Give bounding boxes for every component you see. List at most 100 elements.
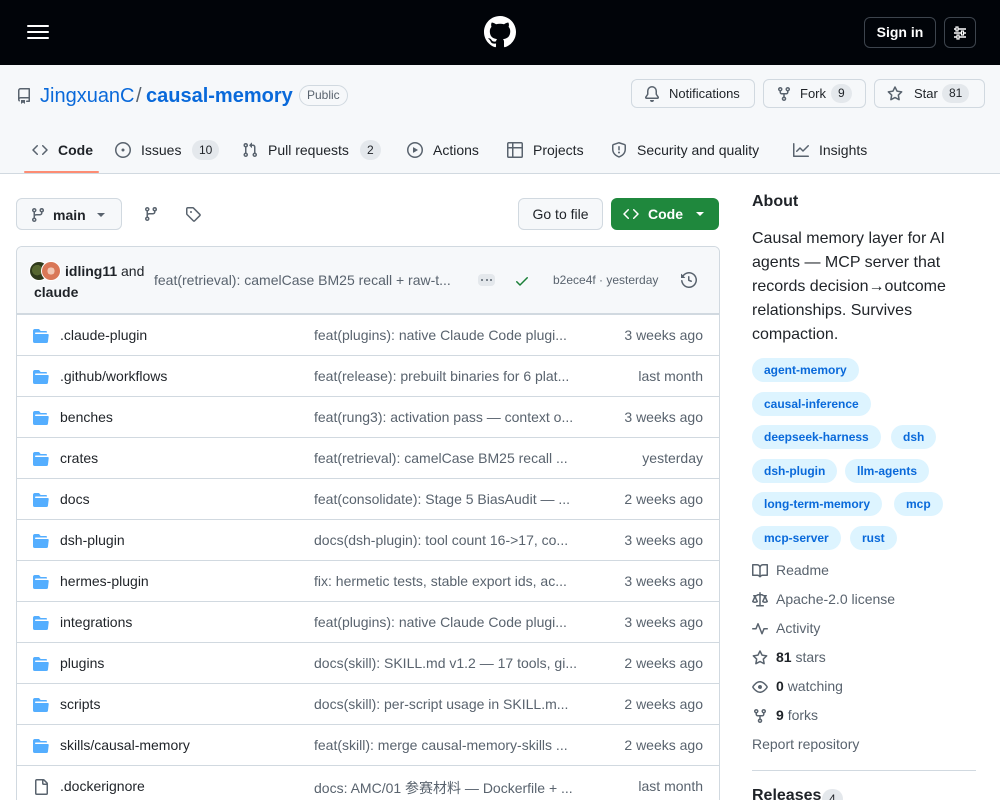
avatar[interactable] (41, 261, 61, 281)
topic-tag[interactable]: causal-inference (752, 392, 871, 416)
file-commit-message-link[interactable]: feat(plugins): native Claude Code plugi.… (314, 614, 567, 630)
fork-icon (754, 709, 766, 724)
stars-label: stars (795, 649, 826, 665)
table-row[interactable]: dsh-plugin docs(dsh-plugin): tool count 1… (17, 519, 719, 560)
tab-code[interactable]: Code (32, 135, 102, 174)
fork-count: 9 (831, 84, 852, 103)
file-commit-message-link[interactable]: feat(release): prebuilt binaries for 6 p… (314, 368, 569, 384)
topic-tag[interactable]: dsh-plugin (752, 459, 838, 483)
file-commit-date: 2 weeks ago (624, 491, 703, 507)
topic-tag[interactable]: agent-memory (752, 358, 859, 382)
table-row[interactable]: hermes-plugin fix: hermetic tests, stable… (17, 560, 719, 601)
tab-insights[interactable]: Insights (793, 135, 873, 174)
go-to-file-button[interactable]: Go to file (518, 198, 603, 230)
star-icon (887, 86, 903, 101)
code-dropdown-button[interactable]: Code (611, 198, 719, 230)
file-name-link[interactable]: .claude-plugin (60, 327, 147, 343)
repo-header: JingxuanC / causal-memory Public Notific… (0, 65, 1000, 174)
table-row[interactable]: .github/workflows feat(release): prebuilt… (17, 355, 719, 396)
chevron-down-icon (696, 212, 704, 216)
folder-icon (33, 369, 49, 385)
tab-projects-label: Projects (533, 142, 584, 158)
tab-projects[interactable]: Projects (507, 135, 592, 174)
visibility-badge: Public (299, 85, 348, 106)
topic-tag[interactable]: llm-agents (845, 459, 930, 483)
commit-message-link[interactable]: feat(retrieval): camelCase BM25 recall +… (154, 272, 451, 288)
repo-name-link[interactable]: causal-memory (146, 85, 293, 108)
settings-sliders-button[interactable] (944, 17, 976, 48)
file-name-link[interactable]: scripts (60, 696, 100, 712)
file-commit-message-link[interactable]: docs(skill): SKILL.md v1.2 — 17 tools, g… (314, 655, 577, 671)
file-name-link[interactable]: hermes-plugin (60, 573, 149, 589)
fork-button[interactable]: Fork 9 (763, 79, 866, 108)
notifications-button[interactable]: Notifications (631, 79, 755, 108)
report-repository-link[interactable]: Report repository (752, 736, 859, 752)
file-commit-date: 2 weeks ago (624, 655, 703, 671)
branch-icon (31, 208, 44, 223)
history-icon[interactable] (681, 272, 697, 288)
ellipsis-icon[interactable] (478, 274, 495, 286)
tab-issues[interactable]: Issues 10 (115, 135, 220, 174)
file-name-link[interactable]: dsh-plugin (60, 532, 125, 548)
file-name-link[interactable]: .dockerignore (60, 778, 145, 794)
folder-icon (33, 451, 49, 467)
table-row[interactable]: crates feat(retrieval): camelCase BM25 re… (17, 437, 719, 478)
file-name-link[interactable]: integrations (60, 614, 132, 630)
branch-name: main (53, 207, 86, 223)
topic-tag[interactable]: deepseek-harness (752, 425, 881, 449)
table-row[interactable]: scripts docs(skill): per-script usage in … (17, 683, 719, 724)
table-row[interactable]: integrations feat(plugins): native Claude… (17, 601, 719, 642)
author-link[interactable]: claude (34, 282, 78, 302)
topic-tag[interactable]: mcp (894, 492, 943, 516)
table-row[interactable]: .claude-plugin feat(plugins): native Clau… (17, 314, 719, 355)
table-row[interactable]: docs feat(consolidate): Stage 5 BiasAudit… (17, 478, 719, 519)
table-row[interactable]: skills/causal-memory feat(skill): merge c… (17, 724, 719, 765)
branches-button[interactable] (135, 198, 167, 230)
repo-owner-link[interactable]: JingxuanC (40, 85, 135, 108)
topic-tag[interactable]: dsh (891, 425, 937, 449)
table-row[interactable]: plugins docs(skill): SKILL.md v1.2 — 17 t… (17, 642, 719, 683)
topic-tag[interactable]: long-term-memory (752, 492, 883, 516)
file-commit-date: 2 weeks ago (624, 696, 703, 712)
branch-selector-button[interactable]: main (16, 198, 122, 230)
file-icon (33, 779, 49, 795)
file-commit-message-link[interactable]: feat(plugins): native Claude Code plugi.… (314, 327, 567, 343)
file-commit-message-link[interactable]: docs(skill): per-script usage in SKILL.m… (314, 696, 568, 712)
watching-label: watching (787, 678, 843, 694)
releases-heading[interactable]: Releases (752, 787, 821, 800)
file-commit-message-link[interactable]: feat(retrieval): camelCase BM25 recall .… (314, 450, 568, 466)
star-button[interactable]: Star 81 (874, 79, 985, 108)
file-name-link[interactable]: crates (60, 450, 98, 466)
graph-icon (793, 143, 809, 157)
tab-actions[interactable]: Actions (407, 135, 487, 174)
file-commit-message-link[interactable]: feat(consolidate): Stage 5 BiasAudit — .… (314, 491, 570, 507)
check-icon[interactable] (514, 273, 530, 289)
bell-icon (644, 86, 659, 102)
file-commit-message-link[interactable]: feat(rung3): activation pass — context o… (314, 409, 573, 425)
file-name-link[interactable]: .github/workflows (60, 368, 167, 384)
hamburger-menu-icon[interactable] (27, 22, 51, 42)
file-commit-message-link[interactable]: fix: hermetic tests, stable export ids, … (314, 573, 567, 589)
file-commit-message-link[interactable]: docs: AMC/01 参赛材料 — Dockerfile + ... (314, 778, 573, 798)
file-name-link[interactable]: skills/causal-memory (60, 737, 190, 753)
tab-security[interactable]: Security and quality (611, 135, 771, 174)
sign-in-button[interactable]: Sign in (864, 17, 936, 48)
table-row[interactable]: benches feat(rung3): activation pass — co… (17, 396, 719, 437)
commit-sha[interactable]: b2ece4f · yesterday (553, 273, 658, 287)
github-logo-icon[interactable] (484, 16, 516, 48)
tab-insights-label: Insights (819, 142, 868, 158)
file-name-link[interactable]: docs (60, 491, 90, 507)
file-commit-message-link[interactable]: feat(skill): merge causal-memory-skills … (314, 737, 568, 753)
stars-count: 81 (776, 649, 792, 665)
topic-tag[interactable]: rust (850, 526, 897, 550)
topic-tag[interactable]: mcp-server (752, 526, 841, 550)
tags-button[interactable] (177, 198, 209, 230)
file-name-link[interactable]: plugins (60, 655, 104, 671)
latest-commit-bar: idling11 and claude feat(retrieval): cam… (17, 247, 719, 314)
file-name-link[interactable]: benches (60, 409, 113, 425)
author-link[interactable]: idling11 (65, 263, 117, 279)
file-commit-message-link[interactable]: docs(dsh-plugin): tool count 16->17, co.… (314, 532, 568, 548)
tab-pull-requests[interactable]: Pull requests 2 (242, 135, 387, 174)
table-row[interactable]: .dockerignore docs: AMC/01 参赛材料 — Dockerf… (17, 765, 719, 800)
law-icon (752, 592, 768, 607)
